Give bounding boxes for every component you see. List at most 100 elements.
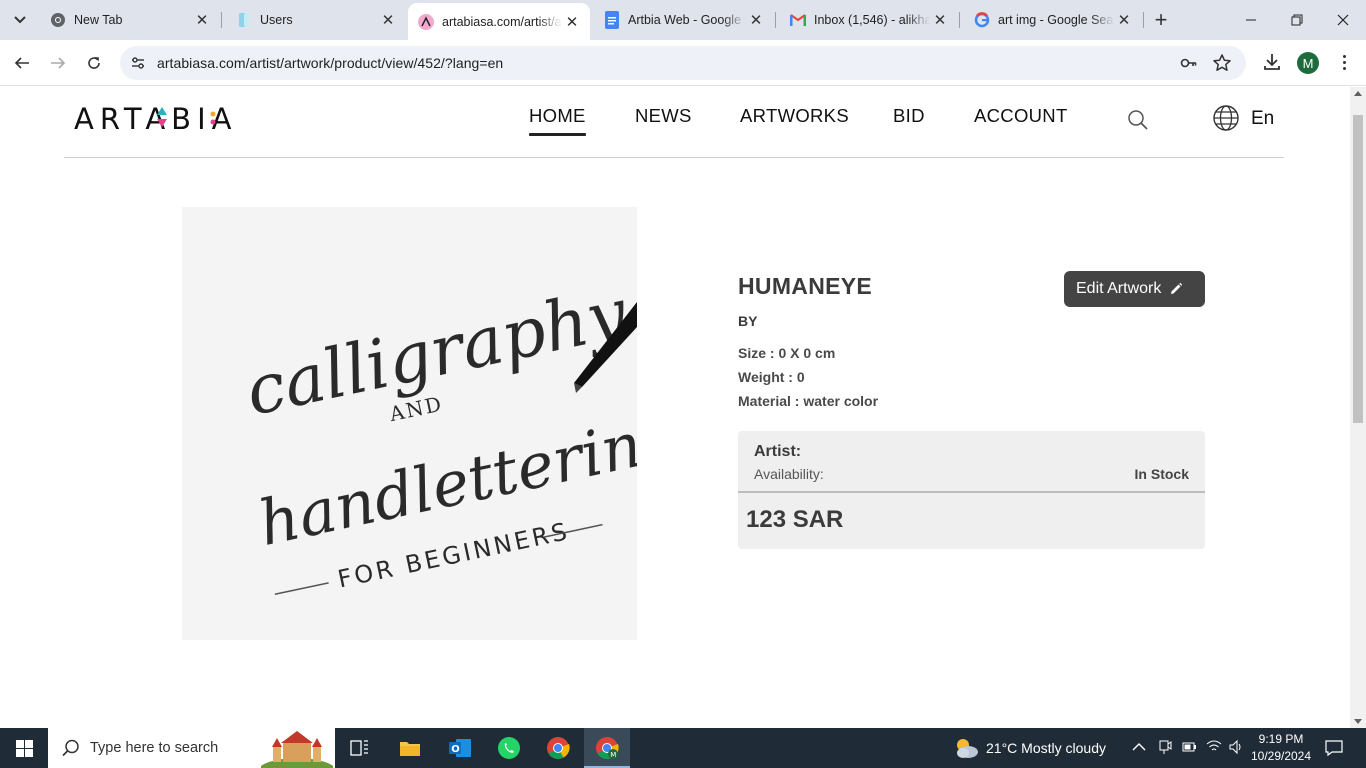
search-highlight-castle-icon [261, 728, 333, 768]
wifi-icon[interactable] [1206, 739, 1222, 756]
tab-new-tab[interactable]: New Tab ✕ [36, 0, 220, 40]
close-window-button[interactable] [1320, 0, 1366, 40]
tab-title: Artbia Web - Google Docs [628, 13, 746, 27]
tray-chevron-up-icon[interactable] [1132, 739, 1146, 755]
close-tab-icon[interactable]: ✕ [1114, 10, 1134, 30]
nav-home[interactable]: HOME [529, 105, 586, 136]
search-icon[interactable] [1127, 109, 1149, 131]
site-header: ARTABIA HOME NEWS ARTWORKS BID ACCOUNT E… [64, 87, 1284, 158]
folder-icon [400, 742, 420, 756]
weight-spec: Weight : 0 [738, 369, 805, 385]
notification-center-icon[interactable] [1324, 738, 1344, 758]
close-tab-icon[interactable]: ✕ [562, 12, 582, 32]
price-value: 123 SAR [746, 506, 844, 533]
availability-label: Availability: [754, 466, 824, 482]
tab-artabia-active[interactable]: artabiasa.com/artist/artwork ✕ [408, 3, 590, 40]
restore-icon [1291, 14, 1303, 26]
edit-artwork-button[interactable]: Edit Artwork [1064, 271, 1205, 307]
artwork-image: calligraphy AND handlettering FOR BEGINN… [182, 207, 637, 640]
taskbar-search-placeholder: Type here to search [90, 740, 219, 756]
tab-users[interactable]: Users ✕ [222, 0, 406, 40]
gmail-icon [790, 12, 806, 28]
task-view-button[interactable] [346, 734, 374, 762]
close-tab-icon[interactable]: ✕ [746, 10, 766, 30]
tab-title: New Tab [74, 13, 123, 27]
site-info-icon[interactable] [130, 55, 146, 71]
nav-bid[interactable]: BID [893, 105, 925, 127]
artabia-favicon [418, 13, 434, 30]
restore-button[interactable] [1274, 0, 1320, 40]
tab-google-search[interactable]: art img - Google Search ✕ [960, 0, 1142, 40]
chevron-down-icon [14, 16, 26, 24]
minimize-button[interactable] [1228, 0, 1274, 40]
minimize-icon [1246, 19, 1256, 21]
file-explorer-button[interactable] [396, 734, 424, 762]
search-icon [62, 739, 79, 757]
page-scrollbar[interactable] [1350, 87, 1366, 728]
svg-text:ARTABIA: ARTABIA [74, 103, 237, 133]
edit-artwork-label: Edit Artwork [1076, 280, 1162, 297]
forward-arrow-icon [51, 57, 66, 69]
nav-artworks[interactable]: ARTWORKS [740, 105, 849, 127]
chrome-profile-taskbar-button[interactable]: M [584, 728, 630, 768]
tab-search-button[interactable] [6, 7, 34, 33]
tab-title: art img - Google Search [998, 13, 1114, 27]
google-docs-icon [604, 11, 620, 29]
taskbar-search[interactable]: Type here to search [48, 728, 335, 768]
artist-label: Artist: [754, 443, 802, 460]
chrome-taskbar-button[interactable] [544, 734, 572, 762]
tab-title: Users [260, 13, 293, 27]
globe-icon[interactable] [1212, 104, 1240, 132]
material-spec: Material : water color [738, 393, 879, 409]
scroll-down-icon[interactable] [1354, 719, 1362, 724]
clock-time: 9:19 PM [1258, 732, 1304, 746]
size-spec: Size : 0 X 0 cm [738, 345, 836, 361]
scrollbar-thumb[interactable] [1353, 115, 1363, 423]
scroll-up-icon[interactable] [1354, 91, 1362, 96]
clock-date: 10/29/2024 [1250, 749, 1312, 763]
nav-news[interactable]: NEWS [635, 105, 692, 127]
battery-icon[interactable] [1181, 739, 1197, 758]
tab-strip: New Tab ✕ Users ✕ artabiasa.com/artist/a… [0, 0, 1366, 40]
task-view-icon [350, 740, 368, 756]
close-tab-icon[interactable]: ✕ [192, 10, 212, 30]
download-icon[interactable] [1261, 51, 1283, 73]
new-tab-button[interactable]: + [1149, 7, 1173, 32]
volume-icon[interactable] [1228, 739, 1244, 758]
tab-gmail[interactable]: Inbox (1,546) - alikhan ✕ [776, 0, 958, 40]
weather-text[interactable]: 21°C Mostly cloudy [986, 740, 1106, 756]
availability-value: In Stock [1134, 466, 1189, 482]
close-tab-icon[interactable]: ✕ [378, 10, 398, 30]
close-tab-icon[interactable]: ✕ [930, 10, 950, 30]
address-bar[interactable]: artabiasa.com/artist/artwork/product/vie… [120, 46, 1246, 80]
nav-account[interactable]: ACCOUNT [974, 105, 1068, 127]
weather-cloudy-icon[interactable] [952, 736, 980, 760]
password-key-icon[interactable] [1180, 54, 1198, 72]
browser-menu-button[interactable] [1334, 51, 1354, 73]
outlook-button[interactable]: O [446, 734, 474, 762]
start-button[interactable] [0, 728, 48, 768]
price-panel: Artist: Availability: In Stock 123 SAR [738, 431, 1205, 549]
meet-now-icon[interactable] [1158, 739, 1172, 758]
reload-button[interactable] [82, 51, 106, 75]
outlook-icon: O [449, 739, 471, 757]
tab-divider [1143, 12, 1144, 28]
profile-avatar[interactable]: M [1297, 52, 1319, 74]
system-clock[interactable]: 9:19 PM 10/29/2024 [1248, 731, 1314, 765]
page-content: ARTABIA HOME NEWS ARTWORKS BID ACCOUNT E… [0, 87, 1350, 728]
bookmark-star-icon[interactable] [1212, 53, 1232, 73]
site-favicon [236, 12, 252, 28]
windows-logo-icon [15, 739, 33, 757]
chrome-icon [50, 12, 66, 28]
language-selector[interactable]: En [1251, 108, 1274, 130]
svg-text:M: M [610, 751, 616, 759]
forward-button[interactable] [46, 51, 70, 75]
tab-google-docs[interactable]: Artbia Web - Google Docs ✕ [590, 0, 774, 40]
url-text[interactable]: artabiasa.com/artist/artwork/product/vie… [157, 55, 503, 71]
reload-icon [88, 57, 100, 69]
artwork-calligraphy-picture: calligraphy AND handlettering FOR BEGINN… [182, 207, 637, 640]
whatsapp-button[interactable] [495, 734, 523, 762]
browser-toolbar: artabiasa.com/artist/artwork/product/vie… [0, 40, 1366, 86]
artabia-logo[interactable]: ARTABIA [74, 103, 254, 133]
back-button[interactable] [10, 51, 34, 75]
